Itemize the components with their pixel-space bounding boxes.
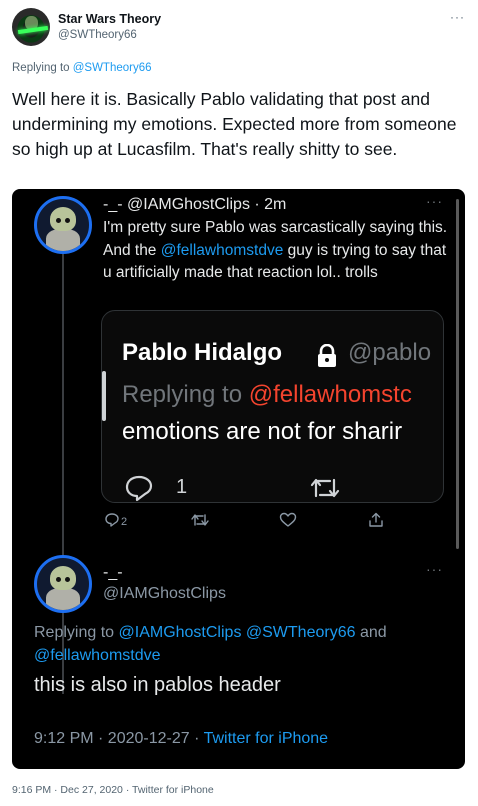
more-options-icon: ··· <box>426 561 443 577</box>
inner-reply-count: 1 <box>176 476 188 498</box>
reply-replying-and: and <box>355 624 387 641</box>
avatar-eye <box>65 577 70 582</box>
replying-to: Replying to @SWTheory66 <box>12 62 152 74</box>
replying-prefix: Replying to <box>12 62 73 74</box>
reply-replying-mention: @fellawhomstdve <box>34 647 161 664</box>
quoted-text: I'm pretty sure Pablo was sarcastically … <box>103 217 453 285</box>
avatar-body <box>46 588 80 610</box>
inner-replying-mention: @fellawhomstc <box>248 381 412 408</box>
like-icon <box>279 512 297 527</box>
inner-replying-prefix: Replying to <box>122 381 249 408</box>
reply-replying-prefix: Replying to <box>34 624 119 641</box>
reply-author-handle: @IAMGhostClips <box>103 585 226 602</box>
screenshot-scrollbar <box>456 199 459 549</box>
quoted-mention: @fellawhomstdve <box>160 241 284 259</box>
tweet-header: Star Wars Theory @SWTheory66 ··· <box>0 0 478 56</box>
image-edge-bar <box>102 371 106 421</box>
author-name[interactable]: Star Wars Theory <box>58 12 161 26</box>
inner-tweet-text: emotions are not for sharir <box>122 418 403 445</box>
reply-author-name: -_- <box>103 564 123 581</box>
reply-timestamp: 9:12 PM · 2020-12-27 · Twitter for iPhon… <box>34 730 328 748</box>
reply-text: this is also in pablos header <box>34 674 281 696</box>
avatar <box>34 196 92 254</box>
embedded-tweet-image: Pablo Hidalgo @pablo Replying to @fellaw… <box>101 310 444 503</box>
avatar-body <box>46 229 80 251</box>
reply-icon <box>125 475 153 502</box>
reply-icon <box>105 513 119 527</box>
inner-replying-to: Replying to @fellawhomstc <box>122 381 412 409</box>
reply-source: Twitter for iPhone <box>203 730 329 747</box>
avatar-eye <box>56 218 61 223</box>
avatar-head <box>50 207 76 231</box>
avatar-eye <box>56 577 61 582</box>
reply-count: 2 <box>121 516 128 528</box>
reply-replying-mentions: @IAMGhostClips @SWTheory66 <box>118 624 356 641</box>
retweet-icon <box>310 478 340 498</box>
avatar-head <box>50 566 76 590</box>
inner-author-handle: @pablo <box>348 339 432 366</box>
avatar <box>34 555 92 613</box>
quoted-name-line: -_- @IAMGhostClips · 2m <box>103 196 287 213</box>
lightsaber-graphic <box>17 25 49 35</box>
more-options-icon[interactable]: ··· <box>450 10 465 24</box>
reply-replying-to: Replying to @IAMGhostClips @SWTheory66 a… <box>34 621 454 667</box>
tweet-timestamp[interactable]: 9:16 PM · Dec 27, 2020 · Twitter for iPh… <box>12 784 214 796</box>
avatar-eye <box>65 218 70 223</box>
avatar[interactable] <box>12 8 50 46</box>
more-options-icon: ··· <box>426 193 443 209</box>
reply-time-date: 9:12 PM · 2020-12-27 · <box>34 730 204 747</box>
share-icon <box>369 512 383 527</box>
inner-author-name: Pablo Hidalgo <box>122 339 283 366</box>
retweet-icon <box>191 514 209 526</box>
tweet-text: Well here it is. Basically Pablo validat… <box>12 89 457 159</box>
author-handle[interactable]: @SWTheory66 <box>58 29 137 41</box>
attached-screenshot[interactable]: -_- @IAMGhostClips · 2m ··· I'm pretty s… <box>12 189 465 769</box>
replying-mention-link[interactable]: @SWTheory66 <box>73 62 152 74</box>
lock-icon <box>318 344 336 367</box>
